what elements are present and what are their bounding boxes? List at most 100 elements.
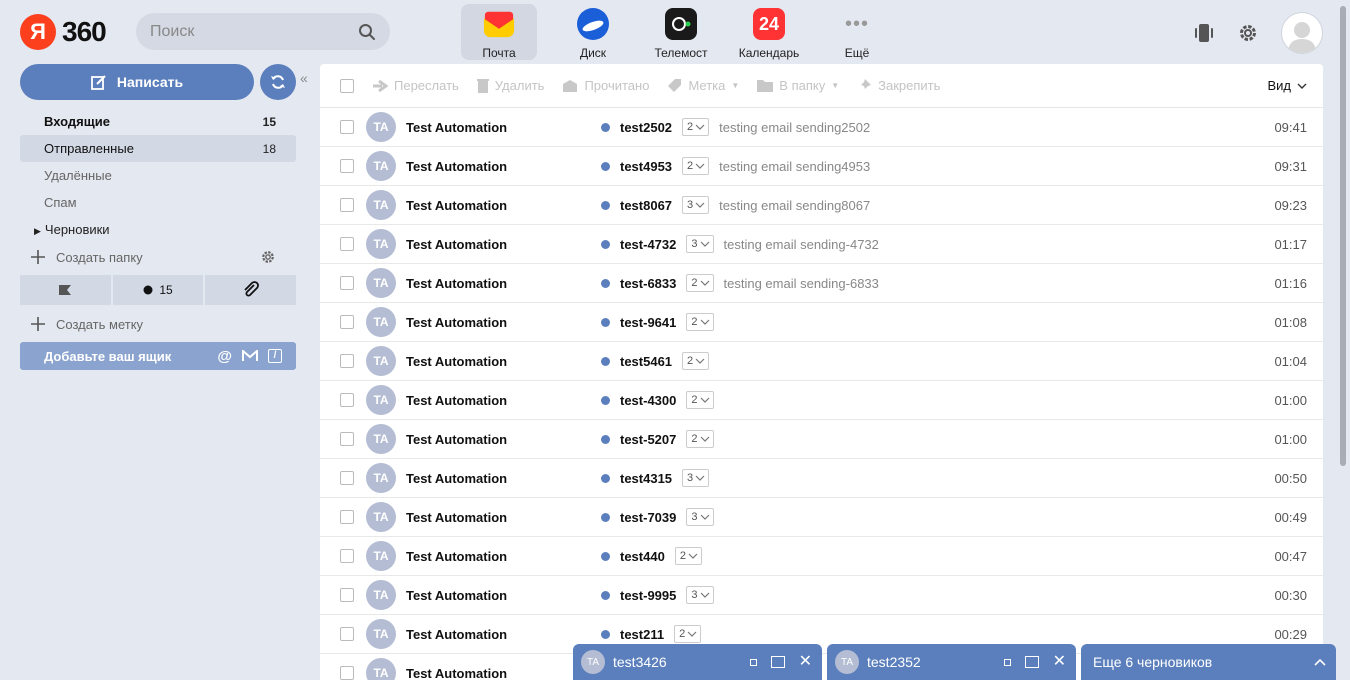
- message-checkbox[interactable]: [340, 588, 354, 602]
- folder-inbox[interactable]: Входящие 15: [20, 108, 296, 135]
- message-checkbox[interactable]: [340, 315, 354, 329]
- maximize-icon[interactable]: [1024, 656, 1039, 668]
- message-checkbox[interactable]: [340, 666, 354, 680]
- folder-settings-gear-icon[interactable]: [260, 249, 276, 265]
- label-button[interactable]: Метка ▼: [667, 78, 739, 93]
- select-all-checkbox[interactable]: [340, 78, 354, 93]
- user-avatar[interactable]: [1281, 12, 1323, 54]
- thread-count-toggle[interactable]: 2: [686, 391, 714, 409]
- pin-button[interactable]: Закрепить: [857, 78, 940, 93]
- message-checkbox[interactable]: [340, 276, 354, 290]
- draft-tab[interactable]: TA test2352 ✕: [827, 644, 1076, 680]
- unread-dot-icon[interactable]: [601, 551, 610, 561]
- message-row[interactable]: TA Test Automation test8067 3 testing email …: [320, 186, 1323, 225]
- message-row[interactable]: TA Test Automation test2502 2 testing email …: [320, 108, 1323, 147]
- compose-button[interactable]: Написать: [20, 64, 254, 100]
- message-checkbox[interactable]: [340, 120, 354, 134]
- message-checkbox[interactable]: [340, 510, 354, 524]
- close-icon[interactable]: ✕: [1053, 654, 1066, 670]
- thread-count-toggle[interactable]: 3: [682, 196, 710, 214]
- create-label-row[interactable]: Создать метку: [20, 311, 296, 337]
- message-row[interactable]: TA Test Automation test-6833 2 testing email…: [320, 264, 1323, 303]
- service-disk[interactable]: Диск: [549, 4, 637, 60]
- add-mailbox-button[interactable]: Добавьте ваш ящик @ /: [20, 342, 296, 370]
- unread-dot-icon[interactable]: [601, 512, 610, 522]
- thread-count-toggle[interactable]: 2: [682, 118, 710, 136]
- filter-attachments[interactable]: [205, 275, 297, 305]
- thread-count-toggle[interactable]: 3: [686, 586, 714, 604]
- message-row[interactable]: TA Test Automation test-7039 3 00:49: [320, 498, 1323, 537]
- thread-count-toggle[interactable]: 2: [682, 352, 710, 370]
- message-row[interactable]: TA Test Automation test-9641 2 01:08: [320, 303, 1323, 342]
- draft-tab[interactable]: TA test3426 ✕: [573, 644, 822, 680]
- forward-button[interactable]: Переслать: [372, 78, 459, 93]
- thread-count-toggle[interactable]: 2: [674, 625, 702, 643]
- message-row[interactable]: TA Test Automation test440 2 00:47: [320, 537, 1323, 576]
- message-checkbox[interactable]: [340, 627, 354, 641]
- close-icon[interactable]: ✕: [799, 654, 812, 670]
- page-scrollbar[interactable]: [1340, 6, 1346, 466]
- message-checkbox[interactable]: [340, 393, 354, 407]
- unread-dot-icon[interactable]: [601, 278, 610, 288]
- thread-count-toggle[interactable]: 2: [682, 157, 710, 175]
- thread-count-toggle[interactable]: 3: [686, 235, 714, 253]
- mark-read-button[interactable]: Прочитано: [562, 78, 649, 93]
- message-row[interactable]: TA Test Automation test-4300 2 01:00: [320, 381, 1323, 420]
- thread-count-toggle[interactable]: 3: [686, 508, 714, 526]
- message-checkbox[interactable]: [340, 432, 354, 446]
- message-checkbox[interactable]: [340, 237, 354, 251]
- search-box[interactable]: [136, 13, 390, 50]
- unread-dot-icon[interactable]: [601, 317, 610, 327]
- unread-dot-icon[interactable]: [601, 473, 610, 483]
- more-drafts-tab[interactable]: Еще 6 черновиков: [1081, 644, 1336, 680]
- message-row[interactable]: TA Test Automation test4315 3 00:50: [320, 459, 1323, 498]
- service-telemost[interactable]: Телемост: [637, 4, 725, 60]
- message-checkbox[interactable]: [340, 159, 354, 173]
- delete-button[interactable]: Удалить: [476, 78, 544, 93]
- service-more[interactable]: ••• Ещё: [813, 4, 901, 61]
- folder-deleted[interactable]: Удалённые: [20, 162, 296, 189]
- filter-unread[interactable]: 15: [112, 275, 204, 305]
- view-menu-button[interactable]: Вид: [1267, 78, 1307, 93]
- message-row[interactable]: TA Test Automation test-5207 2 01:00: [320, 420, 1323, 459]
- unread-dot-icon[interactable]: [601, 122, 610, 132]
- thread-count-toggle[interactable]: 2: [674, 547, 702, 565]
- create-folder-row[interactable]: Создать папку: [20, 244, 296, 270]
- unread-dot-icon[interactable]: [601, 356, 610, 366]
- message-row[interactable]: TA Test Automation test5461 2 01:04: [320, 342, 1323, 381]
- unread-dot-icon[interactable]: [601, 200, 610, 210]
- message-checkbox[interactable]: [340, 549, 354, 563]
- thread-count-toggle[interactable]: 2: [686, 274, 714, 292]
- phone-icon[interactable]: [1193, 22, 1215, 44]
- refresh-button[interactable]: [260, 64, 296, 100]
- search-icon[interactable]: [358, 23, 376, 41]
- unread-dot-icon[interactable]: [601, 395, 610, 405]
- service-mail[interactable]: Почта: [461, 4, 537, 60]
- message-row[interactable]: TA Test Automation test-9995 3 00:30: [320, 576, 1323, 615]
- thread-count-toggle[interactable]: 2: [686, 313, 714, 331]
- message-checkbox[interactable]: [340, 198, 354, 212]
- expand-triangle-icon[interactable]: ▶: [34, 226, 41, 237]
- unread-dot-icon[interactable]: [601, 161, 610, 171]
- collapse-sidebar-icon[interactable]: «: [300, 70, 308, 86]
- thread-count-toggle[interactable]: 2: [686, 430, 714, 448]
- thread-count-toggle[interactable]: 3: [682, 469, 710, 487]
- move-to-folder-button[interactable]: В папку ▼: [757, 78, 839, 93]
- message-row[interactable]: TA Test Automation test4953 2 testing email …: [320, 147, 1323, 186]
- unread-dot-icon[interactable]: [601, 590, 610, 600]
- unread-dot-icon[interactable]: [601, 434, 610, 444]
- folder-drafts[interactable]: ▶ Черновики: [20, 216, 296, 243]
- unread-dot-icon[interactable]: [601, 239, 610, 249]
- filter-flagged[interactable]: [20, 275, 111, 305]
- search-input[interactable]: [150, 22, 358, 41]
- folder-spam[interactable]: Спам: [20, 189, 296, 216]
- minimize-icon[interactable]: [749, 658, 757, 666]
- yandex-360-logo[interactable]: Я 360: [20, 14, 107, 50]
- minimize-icon[interactable]: [1003, 658, 1011, 666]
- settings-gear-icon[interactable]: [1237, 22, 1259, 44]
- folder-sent[interactable]: Отправленные 18: [20, 135, 296, 162]
- message-checkbox[interactable]: [340, 354, 354, 368]
- unread-dot-icon[interactable]: [601, 629, 610, 639]
- message-row[interactable]: TA Test Automation test-4732 3 testing email…: [320, 225, 1323, 264]
- maximize-icon[interactable]: [770, 656, 785, 668]
